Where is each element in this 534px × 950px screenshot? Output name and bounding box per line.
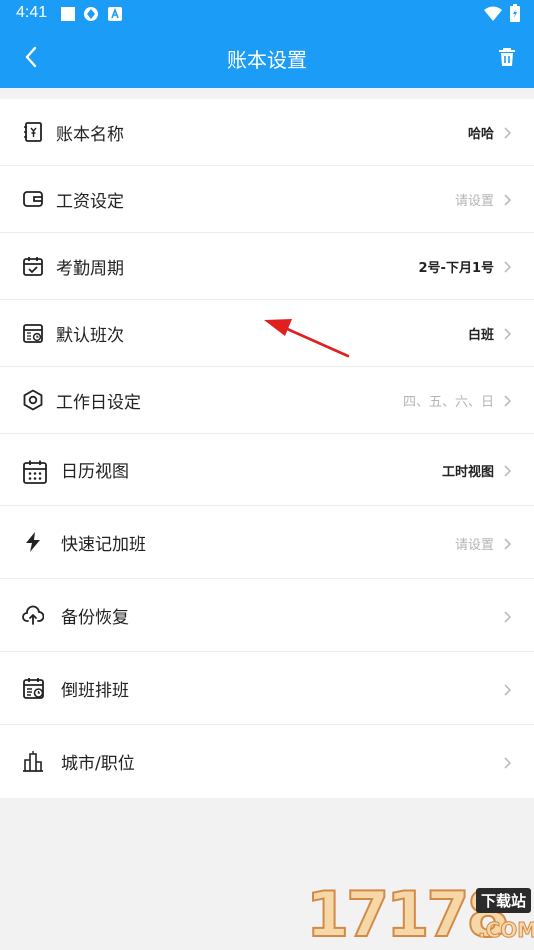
setting-label: 工作日设定: [56, 393, 141, 413]
setting-row-backup-restore[interactable]: 备份恢复: [0, 579, 534, 652]
chevron-right-icon: [502, 393, 512, 407]
sync-app-icon: [83, 6, 99, 26]
page-title: 账本设置: [227, 48, 307, 72]
chevron-right-icon: [502, 536, 512, 550]
chevron-right-icon: [502, 192, 512, 206]
trash-icon: [498, 47, 516, 71]
setting-label: 快速记加班: [61, 535, 146, 555]
notification-square-icon: [60, 6, 76, 26]
setting-row-default-shift[interactable]: 默认班次 白班: [0, 300, 534, 367]
watermark-domain: .COM: [477, 918, 534, 943]
setting-value: 白班: [467, 328, 494, 343]
battery-icon: [510, 4, 520, 26]
chevron-right-icon: [502, 259, 512, 273]
app-a-icon: [108, 6, 122, 25]
setting-label: 倒班排班: [61, 681, 129, 701]
setting-label: 城市/职位: [61, 754, 135, 774]
status-time: 4:41: [16, 4, 48, 21]
calendar-clock-icon: [22, 677, 46, 701]
setting-value: 请设置: [454, 538, 494, 553]
setting-label: 账本名称: [56, 125, 124, 145]
chevron-right-icon: [502, 326, 512, 340]
lightning-icon: [22, 531, 44, 553]
chevron-right-icon: [502, 463, 512, 477]
setting-value: 请设置: [454, 194, 494, 209]
chevron-right-icon: [502, 682, 512, 696]
setting-label: 考勤周期: [56, 259, 124, 279]
setting-value: 2号-下月1号: [418, 261, 495, 276]
setting-row-attendance-cycle[interactable]: 考勤周期 2号-下月1号: [0, 233, 534, 300]
shift-calendar-icon: [22, 322, 44, 344]
setting-value: 哈哈: [467, 127, 494, 142]
calendar-check-icon: [22, 255, 44, 277]
setting-row-ledger-name[interactable]: 账本名称 哈哈: [0, 99, 534, 166]
ledger-icon: [22, 121, 44, 143]
status-bar: 4:41: [0, 0, 534, 28]
setting-label: 默认班次: [56, 326, 124, 346]
delete-button[interactable]: [490, 42, 524, 76]
setting-row-salary[interactable]: 工资设定 请设置: [0, 166, 534, 233]
setting-row-calendar-view[interactable]: 日历视图 工时视图: [0, 434, 534, 506]
wallet-icon: [22, 188, 44, 210]
setting-label: 工资设定: [56, 192, 124, 212]
city-icon: [22, 750, 44, 772]
wifi-icon: [484, 6, 502, 26]
setting-row-workdays[interactable]: 工作日设定 四、五、六、日: [0, 367, 534, 434]
setting-row-shift-schedule[interactable]: 倒班排班: [0, 652, 534, 725]
app-bar: 账本设置: [0, 28, 534, 88]
settings-list: 账本名称 哈哈 工资设定 请设置 考勤周期 2号-下月1号 默认班次 白班 工作: [0, 99, 534, 798]
setting-value: 四、五、六、日: [402, 395, 494, 410]
setting-label: 备份恢复: [61, 608, 129, 628]
watermark-badge: 下载站: [476, 888, 532, 913]
chevron-right-icon: [502, 609, 512, 623]
calendar-grid-icon: [22, 459, 48, 485]
chevron-right-icon: [502, 125, 512, 139]
setting-value: 工时视图: [441, 465, 494, 480]
chevron-right-icon: [502, 755, 512, 769]
setting-row-city-position[interactable]: 城市/职位: [0, 725, 534, 798]
setting-label: 日历视图: [61, 462, 129, 482]
watermark-logo: 17178 下载站 .COM: [305, 879, 534, 950]
hexagon-nut-icon: [22, 389, 44, 411]
cloud-upload-icon: [22, 604, 44, 626]
setting-row-quick-overtime[interactable]: 快速记加班 请设置: [0, 506, 534, 579]
